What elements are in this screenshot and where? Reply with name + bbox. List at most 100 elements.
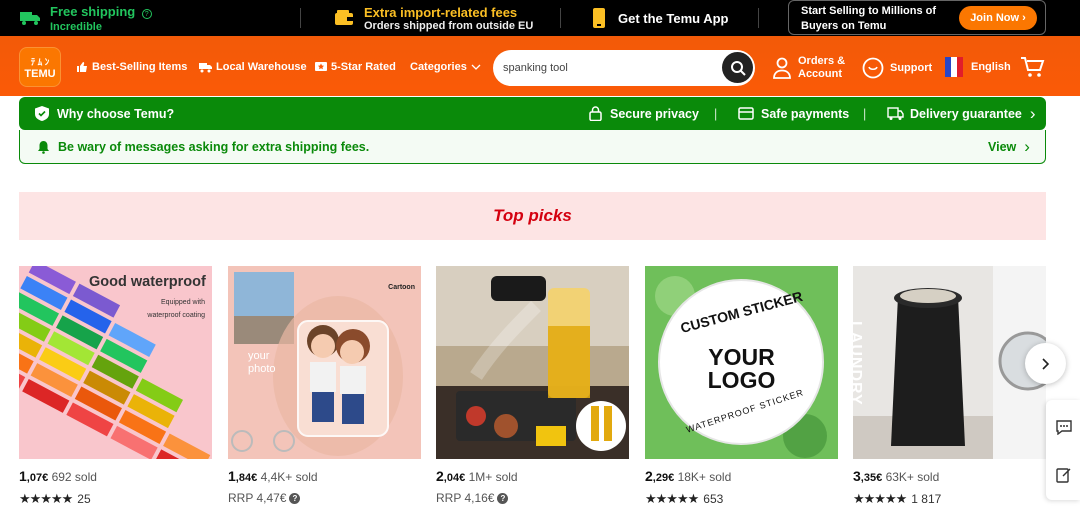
- why-choose-title: Why choose Temu?: [57, 106, 175, 121]
- safe-payments-label: Safe payments: [761, 106, 850, 121]
- sold-count: 18K+ sold: [677, 470, 732, 484]
- cart-icon: [1021, 57, 1045, 77]
- import-fees-promo[interactable]: Extra import-related fees Orders shipped…: [334, 0, 533, 36]
- review-count: 1 817: [911, 492, 942, 506]
- chat-icon: [1056, 420, 1072, 436]
- sell-line-2: Buyers on Temu: [801, 20, 887, 32]
- lock-icon: [589, 106, 602, 121]
- edit-note-icon: [1056, 468, 1071, 483]
- search-bar: [493, 50, 755, 86]
- product-image[interactable]: [436, 266, 629, 459]
- support-chat-icon: [862, 57, 884, 79]
- import-fees-subtitle: Orders shipped from outside EU: [364, 19, 534, 32]
- price-row: 2,04€ 1M+ sold: [436, 468, 518, 484]
- rating: ★★★★★ 25: [19, 491, 91, 507]
- info-icon: ?: [141, 9, 152, 19]
- laundry-basket-image: [853, 266, 1046, 459]
- oil-sprayer-image: [436, 266, 629, 459]
- join-now-button[interactable]: Join Now ›: [959, 6, 1037, 30]
- search-icon: [730, 60, 746, 76]
- view-link[interactable]: View ›: [988, 130, 1030, 164]
- import-fees-title: Extra import-related fees: [364, 4, 518, 20]
- nav-best-selling[interactable]: Best-Selling Items: [76, 59, 187, 75]
- truck-icon: [20, 12, 40, 25]
- main-header: ﾃ ﾑ ﾝ TEMU Best-Selling Items Local Ware…: [0, 36, 1080, 96]
- free-shipping-promo[interactable]: Free shipping ? Incredible: [20, 0, 152, 36]
- rrp-price: RRP 4,16€?: [436, 491, 509, 505]
- image-caption: Good waterproof: [89, 274, 206, 290]
- chevron-down-icon: [471, 64, 481, 70]
- get-app-title: Get the Temu App: [618, 10, 729, 26]
- name-labels-image: [19, 266, 212, 459]
- help-icon[interactable]: ?: [497, 492, 509, 504]
- rrp-price: RRP 4,47€?: [228, 491, 301, 505]
- price-row: 1,07€ 692 sold: [19, 468, 97, 484]
- price: 1,84€: [228, 468, 258, 484]
- sold-count: 692 sold: [51, 470, 97, 484]
- shipping-warning-bar[interactable]: Be wary of messages asking for extra shi…: [19, 130, 1046, 164]
- sell-on-temu-box[interactable]: Start Selling to Millions of Buyers on T…: [788, 0, 1046, 35]
- search-button[interactable]: [722, 52, 753, 83]
- star-rating-icon: ★★★★★: [19, 491, 73, 506]
- support-link[interactable]: Support: [862, 57, 932, 79]
- sold-count: 4,4K+ sold: [260, 470, 318, 484]
- shield-check-icon: [35, 106, 49, 121]
- why-choose-bar[interactable]: Why choose Temu? Secure privacy | Safe p…: [19, 97, 1046, 130]
- price-row: 2,29€ 18K+ sold: [645, 468, 731, 484]
- product-image[interactable]: CUSTOM STICKER YOUR LOGO WATERPROOF STIC…: [645, 266, 838, 459]
- warning-text: Be wary of messages asking for extra shi…: [58, 140, 370, 154]
- wallet-icon: [335, 10, 353, 25]
- rating: ★★★★★ 653: [645, 491, 723, 507]
- price: 1,07€: [19, 468, 49, 484]
- product-image[interactable]: LAUNDRY: [853, 266, 1046, 459]
- carousel-next-button[interactable]: [1025, 343, 1066, 384]
- thumbs-up-icon: [77, 62, 87, 72]
- temu-logo[interactable]: ﾃ ﾑ ﾝ TEMU: [19, 47, 61, 87]
- feedback-button[interactable]: [1056, 467, 1072, 488]
- user-icon: [773, 57, 791, 79]
- star-badge-icon: [315, 62, 327, 71]
- star-rating-icon: ★★★★★: [853, 491, 907, 506]
- chevron-right-icon: ›: [1022, 12, 1026, 24]
- bell-icon: [38, 141, 49, 154]
- price: 2,04€: [436, 468, 466, 484]
- phone-icon: [593, 8, 605, 28]
- secure-privacy-label: Secure privacy: [610, 106, 699, 121]
- rating: ★★★★★ 1 817: [853, 491, 941, 507]
- sell-line-1: Start Selling to Millions of: [801, 5, 937, 17]
- get-app-promo[interactable]: Get the Temu App: [592, 0, 729, 36]
- truck-icon: [199, 62, 212, 72]
- help-icon[interactable]: ?: [289, 492, 301, 504]
- search-input[interactable]: [503, 50, 723, 86]
- product-image[interactable]: Good waterproof Equipped with waterproof…: [19, 266, 212, 459]
- promo-bar: Free shipping ? Incredible Extra import-…: [0, 0, 1080, 36]
- delivery-guarantee-label: Delivery guarantee: [910, 106, 1022, 121]
- chevron-right-icon: ›: [1029, 103, 1036, 123]
- delivery-check-icon: [887, 106, 904, 120]
- card-icon: [738, 107, 754, 120]
- sold-count: 1M+ sold: [468, 470, 518, 484]
- price: 3,35€: [853, 468, 883, 484]
- orders-account[interactable]: Orders & Account: [772, 55, 845, 81]
- price-row: 3,35€ 63K+ sold: [853, 468, 939, 484]
- review-count: 25: [77, 492, 91, 506]
- free-shipping-title: Free shipping: [50, 4, 136, 19]
- french-flag-icon: [945, 57, 963, 77]
- floating-side-panel: [1046, 400, 1080, 500]
- product-image[interactable]: Cartoon your photo: [228, 266, 421, 459]
- free-shipping-subtitle: Incredible: [50, 21, 102, 33]
- sold-count: 63K+ sold: [885, 470, 940, 484]
- chat-button[interactable]: [1056, 420, 1072, 440]
- top-picks-banner: Top picks: [19, 192, 1046, 240]
- chevron-right-icon: ›: [1024, 137, 1030, 156]
- language-selector[interactable]: English: [945, 57, 1011, 77]
- star-rating-icon: ★★★★★: [645, 491, 699, 506]
- separator: |: [714, 106, 718, 121]
- cart-button[interactable]: [1020, 56, 1045, 83]
- price: 2,29€: [645, 468, 675, 484]
- price-row: 1,84€ 4,4K+ sold: [228, 468, 318, 484]
- chevron-right-icon: [1041, 357, 1049, 370]
- nav-five-star[interactable]: 5-Star Rated: [315, 59, 396, 75]
- nav-categories[interactable]: Categories: [410, 59, 485, 75]
- nav-local-warehouse[interactable]: Local Warehouse: [199, 59, 307, 75]
